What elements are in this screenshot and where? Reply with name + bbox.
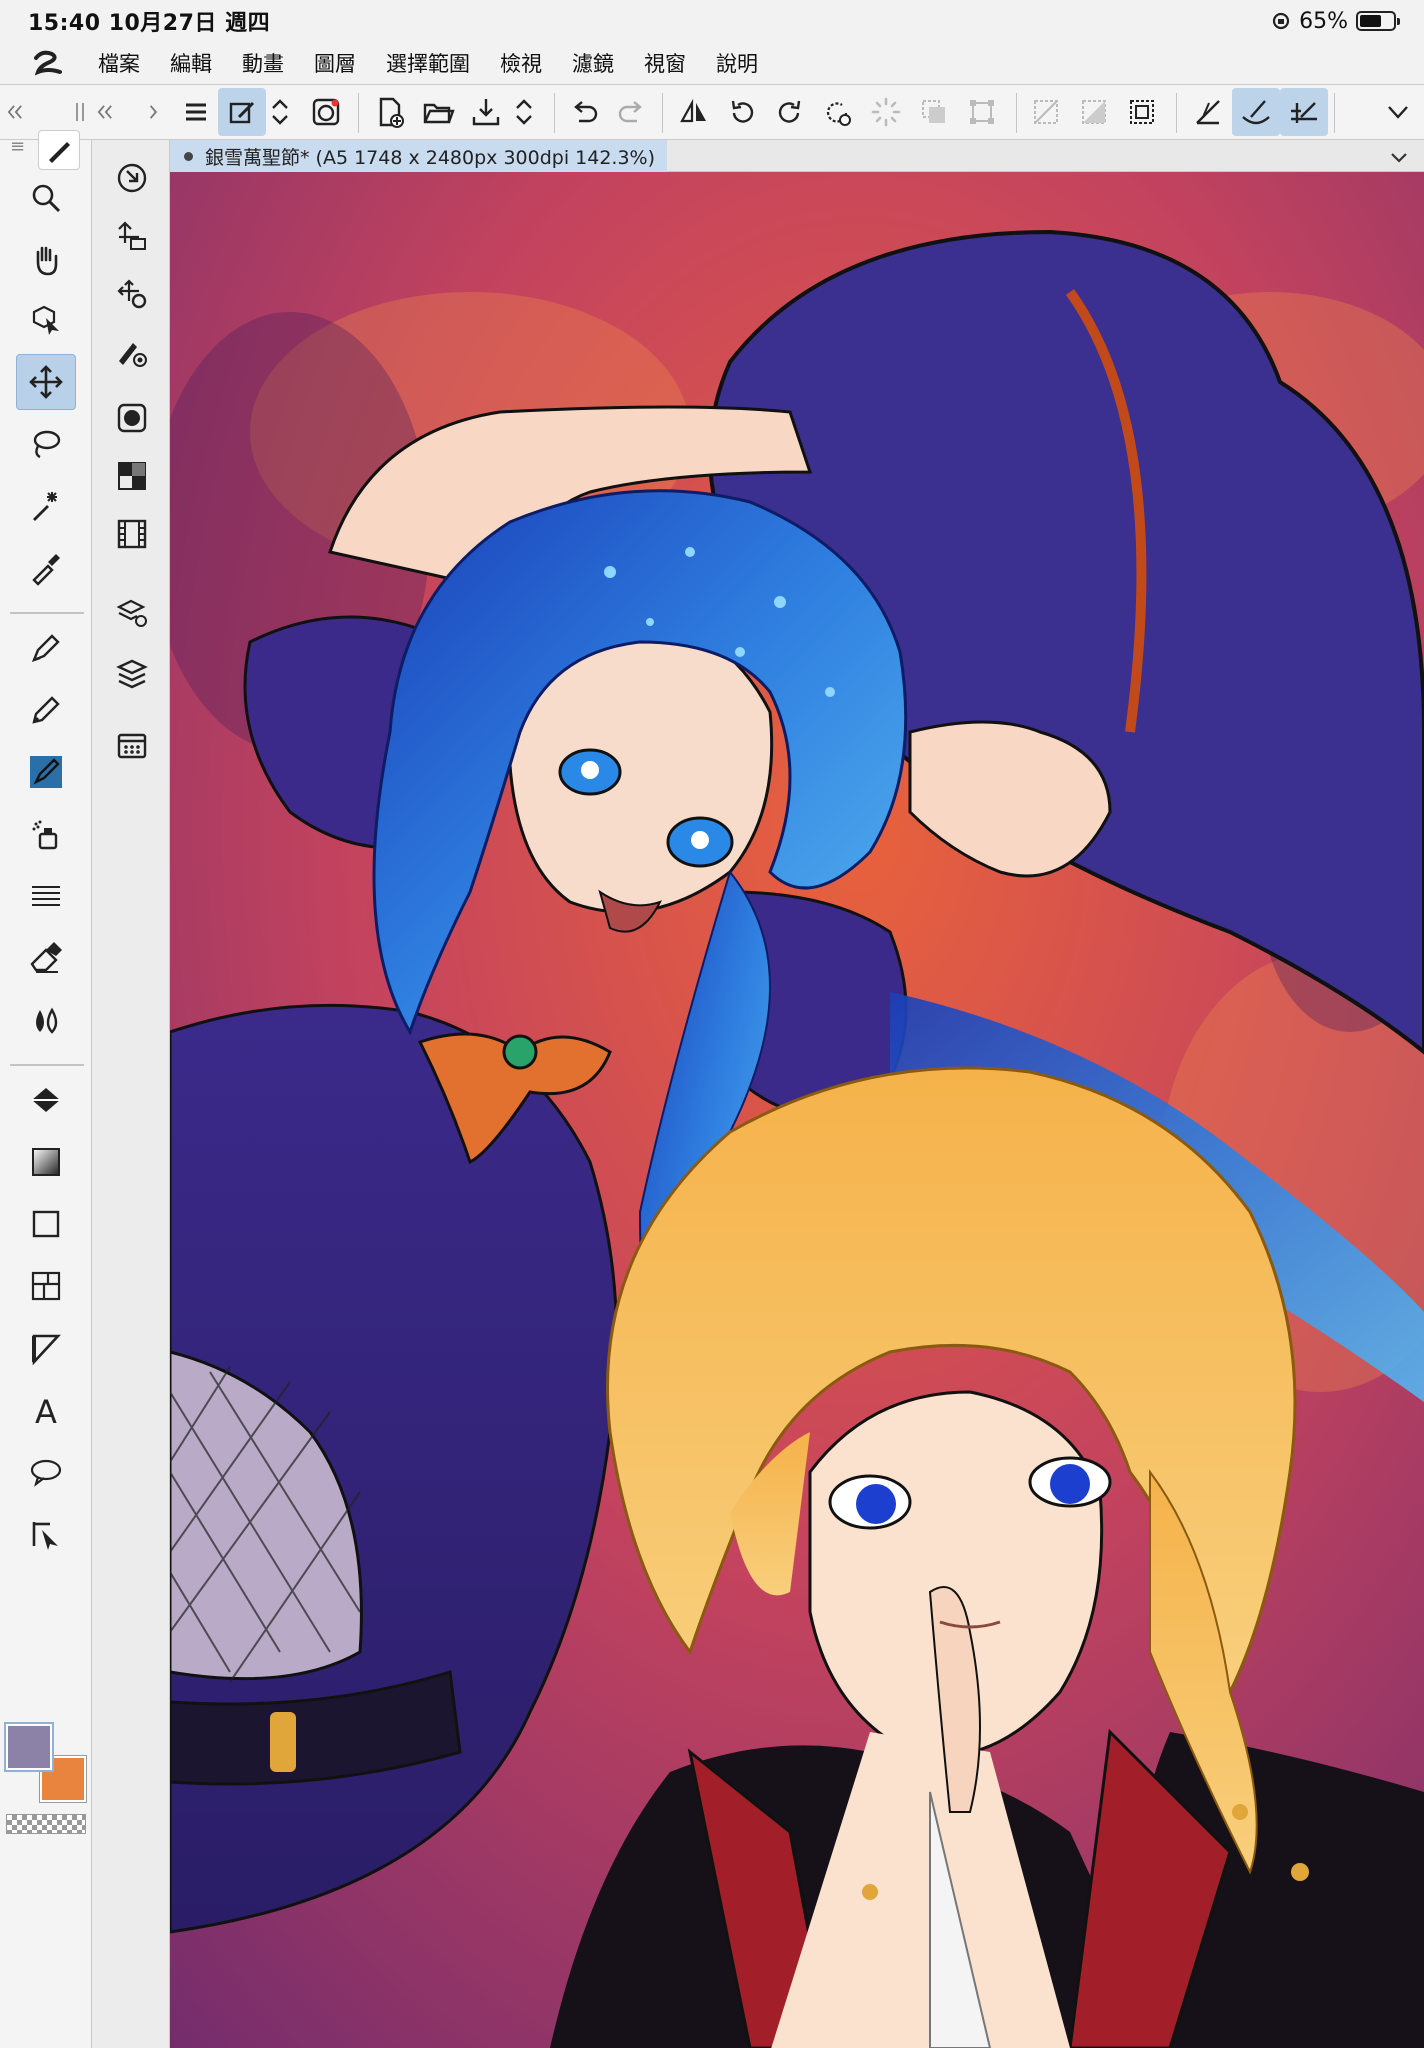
battery-percent: 65% xyxy=(1299,8,1348,34)
save-icon[interactable] xyxy=(462,88,510,136)
save-options-updown-icon[interactable] xyxy=(506,88,542,136)
color-set-icon[interactable] xyxy=(106,450,158,502)
open-folder-icon[interactable] xyxy=(414,88,462,136)
toolbar-expand-chevron-icon[interactable] xyxy=(1374,88,1422,136)
sub-tool-move-settings-icon[interactable] xyxy=(106,268,158,320)
svg-text:A: A xyxy=(35,1393,57,1428)
main-color-swatch[interactable] xyxy=(4,1722,54,1772)
menu-view[interactable]: 檢視 xyxy=(500,48,542,78)
layers-icon[interactable] xyxy=(106,648,158,700)
reset-rotation-icon[interactable] xyxy=(814,88,862,136)
flip-horizontal-icon[interactable] xyxy=(670,88,718,136)
snap-to-grid-icon[interactable] xyxy=(1280,88,1328,136)
menu-edit[interactable]: 編輯 xyxy=(170,48,212,78)
object-select-icon[interactable] xyxy=(16,292,76,348)
undo-icon[interactable] xyxy=(560,88,608,136)
document-tab-label: 銀雪萬聖節* (A5 1748 x 2480px 300dpi 142.3%) xyxy=(205,146,656,169)
invert-selection-icon[interactable] xyxy=(1070,88,1118,136)
sub-tool-operation-icon[interactable] xyxy=(106,152,158,204)
menu-selection[interactable]: 選擇範圍 xyxy=(386,48,470,78)
fill-selection-icon[interactable] xyxy=(910,88,958,136)
menu-help[interactable]: 說明 xyxy=(716,48,758,78)
canvas-artwork xyxy=(170,172,1424,2048)
line-correction-icon[interactable] xyxy=(16,1506,76,1562)
menu-filter[interactable]: 濾鏡 xyxy=(572,48,614,78)
eyedropper-icon[interactable] xyxy=(16,540,76,596)
transform-icon[interactable] xyxy=(958,88,1006,136)
lasso-icon[interactable] xyxy=(16,416,76,472)
magic-wand-icon[interactable] xyxy=(16,478,76,534)
document-tab-bar: 銀雪萬聖節* (A5 1748 x 2480px 300dpi 142.3%) xyxy=(170,140,1424,172)
material-icon[interactable] xyxy=(106,720,158,772)
pen-shortcut-icon[interactable] xyxy=(38,130,80,170)
snap-to-ruler-icon[interactable] xyxy=(1184,88,1232,136)
unsaved-dot-icon xyxy=(184,151,193,161)
sub-tool-move-layer-icon[interactable] xyxy=(106,210,158,262)
transparent-color-swatch[interactable] xyxy=(6,1814,86,1834)
animation-timeline-icon[interactable] xyxy=(106,508,158,560)
ruler-icon[interactable] xyxy=(16,1320,76,1376)
palette-menu-icon[interactable]: ≡ xyxy=(10,136,25,157)
edit-mode-icon[interactable] xyxy=(218,88,266,136)
rotation-lock-icon xyxy=(1272,12,1290,30)
text-icon[interactable]: A xyxy=(16,1382,76,1438)
redo-icon[interactable] xyxy=(608,88,656,136)
sub-tool-column xyxy=(92,140,170,2048)
collapse-sub-icon[interactable] xyxy=(90,88,120,136)
menu-layer[interactable]: 圖層 xyxy=(314,48,356,78)
snap-to-special-ruler-icon[interactable] xyxy=(1232,88,1280,136)
menu-window[interactable]: 視窗 xyxy=(644,48,686,78)
pencil-icon[interactable] xyxy=(16,682,76,738)
airbrush-icon[interactable] xyxy=(16,806,76,862)
frame-icon[interactable] xyxy=(16,1258,76,1314)
app-logo-icon[interactable] xyxy=(28,46,68,80)
hand-icon[interactable] xyxy=(16,232,76,288)
rotate-right-icon[interactable] xyxy=(766,88,814,136)
companion-mode-icon[interactable] xyxy=(302,88,350,136)
panel-divider-icon[interactable] xyxy=(70,88,90,136)
pen-icon[interactable] xyxy=(16,620,76,676)
rectangle-icon[interactable] xyxy=(16,1196,76,1252)
drawing-canvas[interactable] xyxy=(170,172,1424,2048)
blend-icon[interactable] xyxy=(16,992,76,1048)
status-bar: 15:40 10月27日 週四 65% xyxy=(0,0,1424,42)
decoration-icon[interactable] xyxy=(16,868,76,924)
toggle-updown-icon[interactable] xyxy=(262,88,298,136)
rotate-left-icon[interactable] xyxy=(718,88,766,136)
balloon-icon[interactable] xyxy=(16,1444,76,1500)
brush-icon[interactable] xyxy=(16,744,76,800)
loading-spinner-icon[interactable] xyxy=(862,88,910,136)
collapse-left-icon[interactable] xyxy=(0,88,30,136)
status-time-date: 15:40 10月27日 週四 xyxy=(28,11,271,36)
eraser-icon[interactable] xyxy=(16,930,76,986)
menu-bar: 檔案 編輯 動畫 圖層 選擇範圍 檢視 濾鏡 視窗 說明 xyxy=(0,42,1424,84)
new-file-icon[interactable] xyxy=(366,88,414,136)
document-tab[interactable]: 銀雪萬聖節* (A5 1748 x 2480px 300dpi 142.3%) xyxy=(170,140,668,172)
battery-icon xyxy=(1356,11,1400,31)
zoom-icon[interactable] xyxy=(16,170,76,226)
hamburger-menu-icon[interactable] xyxy=(172,88,220,136)
move-icon[interactable] xyxy=(16,354,76,410)
select-all-icon[interactable] xyxy=(1118,88,1166,136)
command-bar xyxy=(0,84,1424,140)
sub-tool-detail-icon[interactable] xyxy=(106,392,158,444)
deselect-icon[interactable] xyxy=(1022,88,1070,136)
tool-palette: ≡ A xyxy=(0,130,92,2048)
menu-file[interactable]: 檔案 xyxy=(98,48,140,78)
tab-list-chevron-icon[interactable] xyxy=(1388,146,1410,168)
layer-property-icon[interactable] xyxy=(106,586,158,638)
gradient-icon[interactable] xyxy=(16,1134,76,1190)
fill-icon[interactable] xyxy=(16,1072,76,1128)
sub-tool-brush-size-icon[interactable] xyxy=(106,326,158,378)
expand-right-icon[interactable] xyxy=(140,88,170,136)
menu-animation[interactable]: 動畫 xyxy=(242,48,284,78)
